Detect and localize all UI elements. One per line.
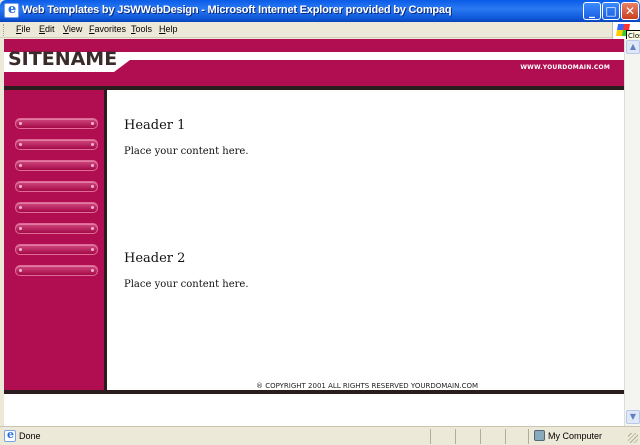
status-bar: Done My Computer: [0, 426, 640, 445]
sidebar-nav: [4, 90, 107, 390]
copyright-notice: ® COPYRIGHT 2001 ALL RIGHTS RESERVED YOU…: [255, 382, 479, 390]
content-text-2: Place your content here.: [124, 279, 249, 290]
nav-button-8[interactable]: [15, 265, 98, 276]
status-separator: [455, 429, 456, 444]
window-title: Web Templates by JSWWebDesign - Microsof…: [22, 4, 452, 16]
nav-button-1[interactable]: [15, 118, 98, 129]
menu-bar: File Edit View Favorites Tools Help: [0, 22, 640, 38]
close-button[interactable]: ✕: [621, 2, 639, 20]
menu-view[interactable]: View: [63, 24, 82, 34]
maximize-button[interactable]: □: [602, 2, 620, 20]
page-empty-area: [4, 397, 624, 426]
status-separator: [480, 429, 481, 444]
main-content: Header 1 Place your content here. Header…: [110, 90, 624, 390]
title-bar[interactable]: Web Templates by JSWWebDesign - Microsof…: [0, 0, 640, 22]
nav-button-5[interactable]: [15, 202, 98, 213]
security-zone: My Computer: [548, 431, 603, 441]
ie-page-icon: [4, 428, 16, 442]
content-header-1: Header 1: [124, 118, 186, 133]
footer-divider: [4, 390, 624, 394]
menu-help[interactable]: Help: [159, 24, 178, 34]
site-domain: WWW.YOURDOMAIN.COM: [520, 64, 610, 71]
my-computer-icon: [534, 430, 545, 441]
status-separator: [505, 429, 506, 444]
minimize-button[interactable]: _: [583, 2, 601, 20]
menu-favorites[interactable]: Favorites: [89, 24, 126, 34]
nav-button-6[interactable]: [15, 223, 98, 234]
status-separator: [528, 429, 529, 444]
site-header-band: [4, 72, 624, 86]
content-text-1: Place your content here.: [124, 146, 249, 157]
nav-button-3[interactable]: [15, 160, 98, 171]
nav-button-4[interactable]: [15, 181, 98, 192]
browser-window: Web Templates by JSWWebDesign - Microsof…: [0, 0, 640, 445]
status-text: Done: [19, 431, 41, 441]
menu-grip[interactable]: [3, 24, 6, 36]
menu-edit[interactable]: Edit: [39, 24, 55, 34]
menu-tools[interactable]: Tools: [131, 24, 152, 34]
ie-icon[interactable]: [4, 2, 19, 18]
nav-button-7[interactable]: [15, 244, 98, 255]
site-logo[interactable]: SITENAME: [8, 48, 117, 70]
content-header-2: Header 2: [124, 251, 186, 266]
scroll-up-icon[interactable]: ▲: [626, 40, 640, 54]
nav-button-2[interactable]: [15, 139, 98, 150]
page-viewport[interactable]: SITENAME WWW.YOURDOMAIN.COM Header 1 Pla…: [4, 39, 624, 397]
vertical-scrollbar[interactable]: ▲ ▼: [624, 39, 640, 426]
resize-grip[interactable]: [628, 433, 638, 443]
status-separator: [430, 429, 431, 444]
scroll-down-icon[interactable]: ▼: [626, 410, 640, 424]
menu-file[interactable]: File: [16, 24, 31, 34]
